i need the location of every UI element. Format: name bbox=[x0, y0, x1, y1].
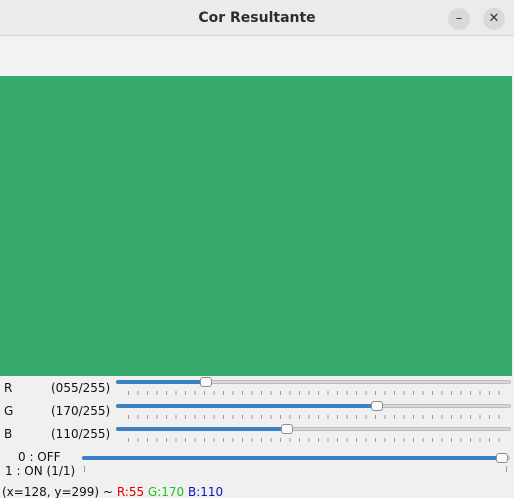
minimize-icon[interactable]: – bbox=[448, 8, 470, 30]
r-slider-thumb[interactable] bbox=[200, 377, 212, 387]
r-slider-ticks bbox=[128, 391, 508, 395]
r-slider-label: R bbox=[4, 381, 13, 395]
g-slider[interactable] bbox=[116, 400, 511, 422]
g-slider-value: (170/255) bbox=[51, 404, 111, 418]
on-off-switch-slider[interactable] bbox=[82, 452, 512, 474]
r-slider[interactable] bbox=[116, 376, 511, 398]
g-slider-thumb[interactable] bbox=[371, 401, 383, 411]
app-window: Cor Resultante – ✕ R (055/255) G (170/25… bbox=[0, 0, 514, 498]
color-preview-canvas[interactable] bbox=[0, 76, 512, 376]
status-bar: (x=128, y=299) ~ R:55 G:170 B:110 bbox=[2, 485, 223, 498]
switch-fill bbox=[82, 456, 502, 460]
switch-on-label: 1 : ON (1/1) bbox=[5, 464, 76, 478]
g-slider-fill bbox=[116, 404, 377, 408]
status-red-value: R:55 bbox=[116, 485, 145, 498]
switch-tick-start bbox=[84, 466, 85, 472]
b-slider-ticks bbox=[128, 438, 508, 442]
window-title: Cor Resultante bbox=[198, 10, 316, 26]
toolbar bbox=[0, 36, 514, 76]
switch-tick-end bbox=[506, 466, 507, 472]
r-slider-value: (055/255) bbox=[51, 381, 111, 395]
b-slider-value: (110/255) bbox=[51, 427, 111, 441]
g-slider-ticks bbox=[128, 415, 508, 419]
g-slider-label: G bbox=[4, 404, 14, 418]
title-bar: Cor Resultante – ✕ bbox=[0, 0, 514, 36]
close-icon[interactable]: ✕ bbox=[483, 8, 505, 30]
status-green-value: G:170 bbox=[147, 485, 185, 498]
b-slider-label: B bbox=[4, 427, 13, 441]
r-slider-fill bbox=[116, 380, 206, 384]
status-blue-value: B:110 bbox=[188, 485, 224, 498]
status-coords: (x=128, y=299) ~ bbox=[2, 485, 113, 498]
switch-thumb[interactable] bbox=[496, 453, 508, 463]
b-slider-thumb[interactable] bbox=[281, 424, 293, 434]
b-slider[interactable] bbox=[116, 423, 511, 445]
switch-off-label: 0 : OFF bbox=[18, 450, 61, 464]
b-slider-fill bbox=[116, 427, 287, 431]
